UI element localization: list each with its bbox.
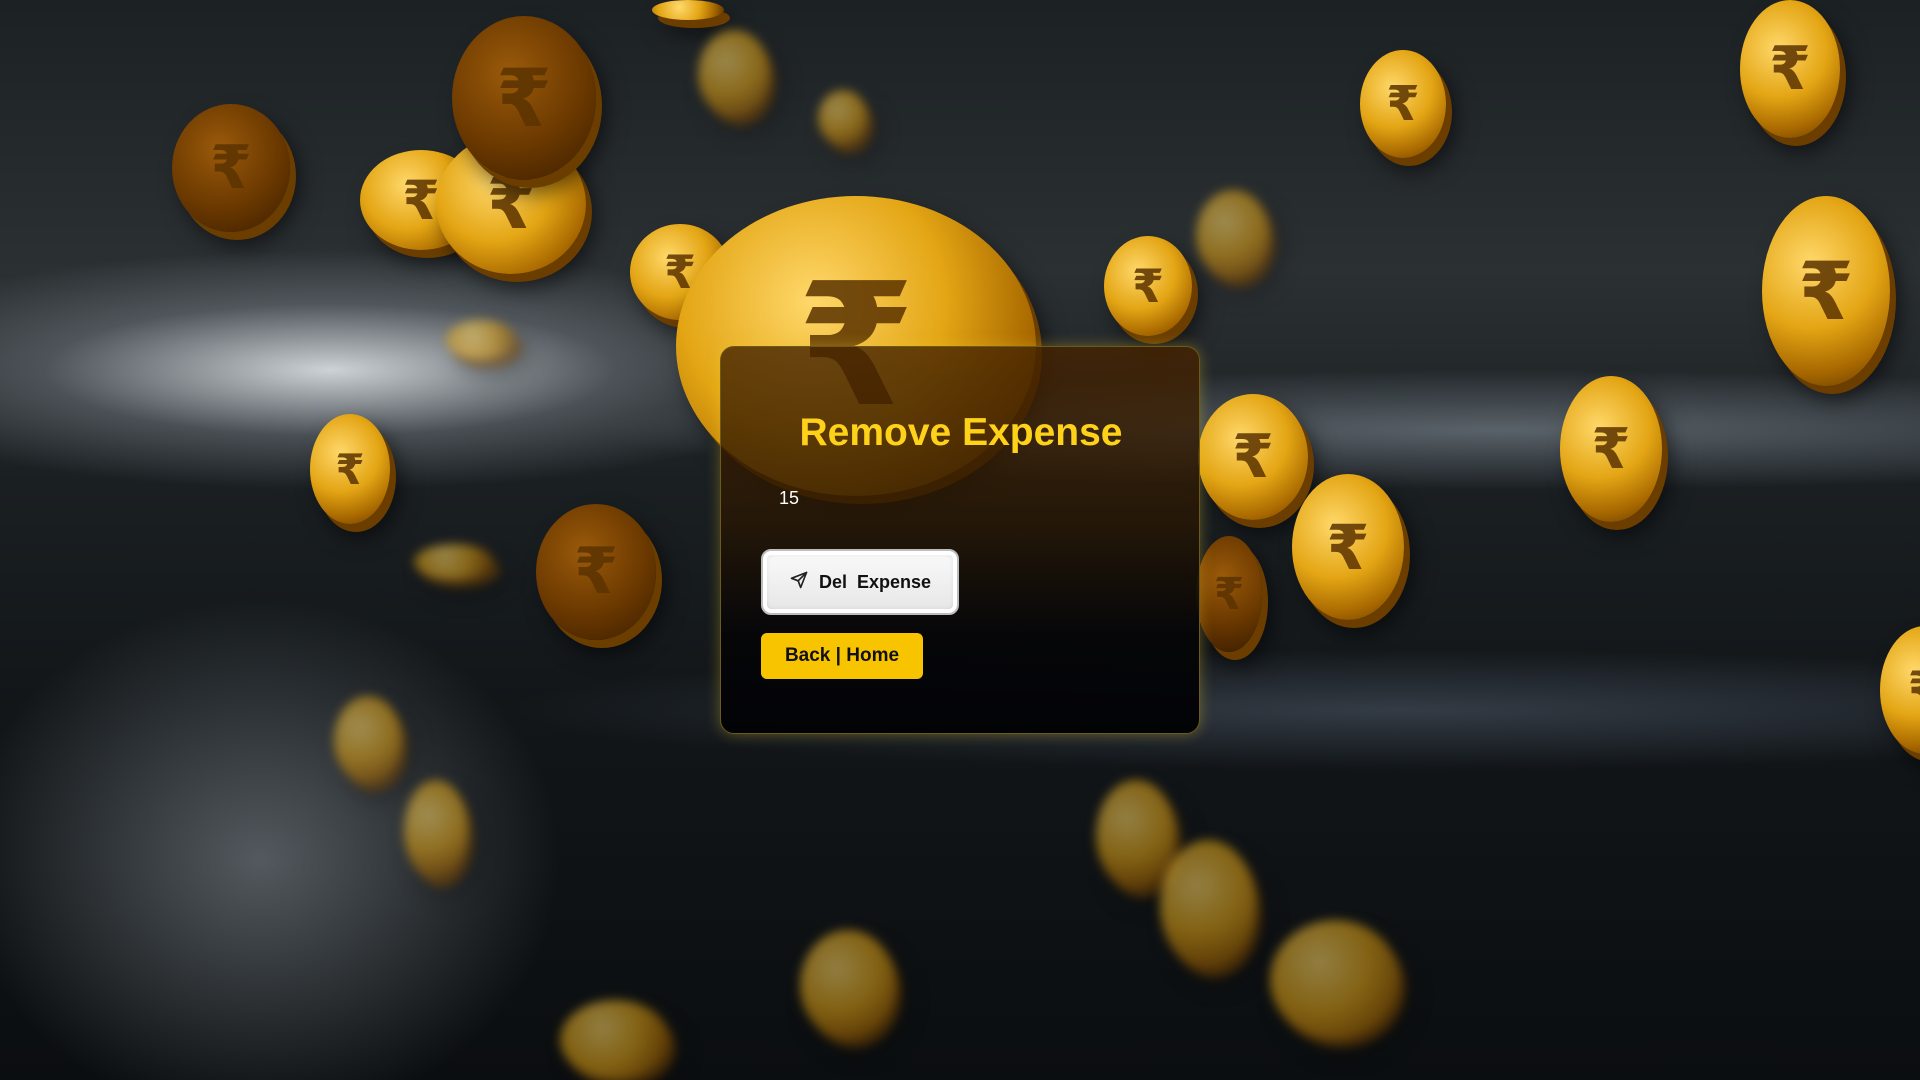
coin-image [1096, 780, 1176, 890]
coin-image [1270, 920, 1400, 1040]
coin-image [560, 1000, 670, 1080]
coin-image: ₹ [536, 504, 656, 640]
coin-image [334, 696, 402, 784]
coin-image: ₹ [1198, 394, 1308, 520]
coin-image: ₹ [1762, 196, 1890, 386]
back-home-button[interactable]: Back | Home [761, 633, 923, 679]
coin-image: ₹ [1740, 0, 1840, 138]
coin-image: ₹ [452, 16, 596, 180]
coin-image: ₹ [1560, 376, 1662, 522]
coin-image [698, 30, 770, 118]
coin-image: ₹ [1880, 626, 1920, 754]
expense-id-input[interactable] [761, 481, 1161, 515]
coin-image: ₹ [310, 414, 390, 524]
coin-image: ₹ [172, 104, 290, 232]
coin-image [652, 0, 724, 20]
coin-image [446, 320, 516, 360]
send-icon [789, 570, 809, 595]
delete-expense-label: Del Expense [818, 571, 932, 592]
delete-expense-button[interactable]: Del Expense [761, 549, 959, 615]
coin-image [800, 930, 896, 1040]
coin-image [1196, 190, 1270, 280]
coin-image: ₹ [1104, 236, 1192, 336]
coin-image: ₹ [1360, 50, 1446, 158]
coin-image [1160, 840, 1256, 970]
coin-image [404, 780, 468, 880]
coin-image: ₹ [1292, 474, 1404, 620]
remove-expense-card: Remove Expense Del Expense Back | Home [720, 346, 1200, 734]
coin-image [818, 90, 868, 146]
coin-image [414, 544, 494, 580]
page-title: Remove Expense [799, 411, 1123, 454]
coin-image: ₹ [1196, 536, 1262, 652]
